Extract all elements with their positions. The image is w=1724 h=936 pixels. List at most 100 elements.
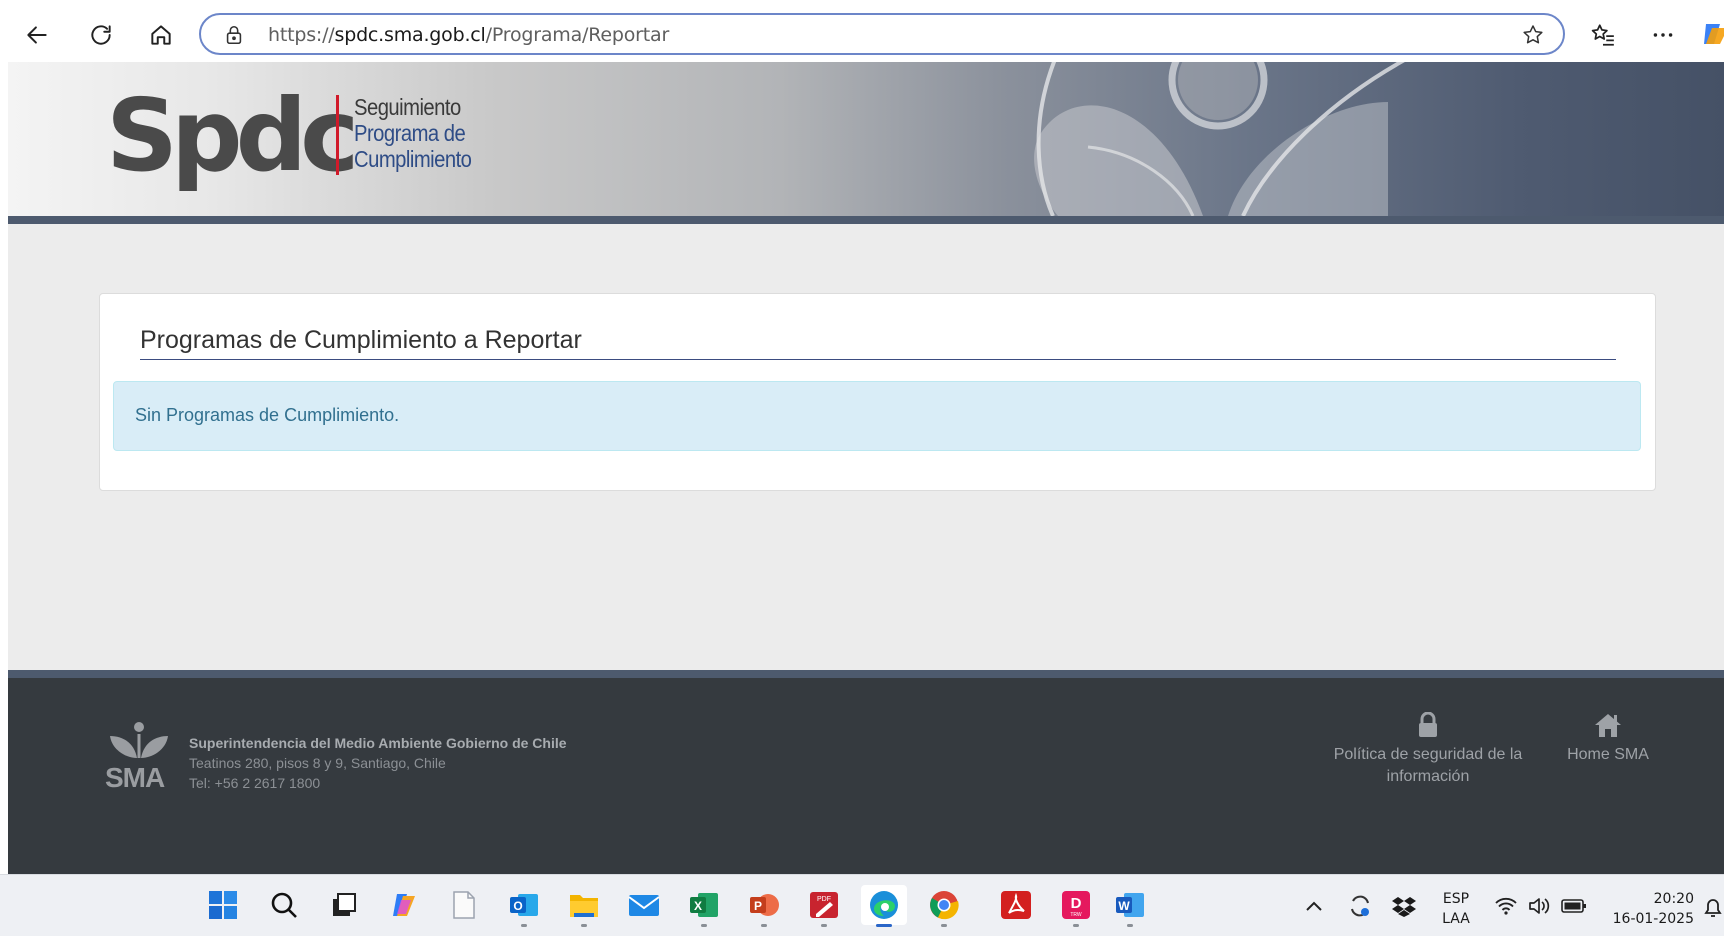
copilot-icon — [1704, 24, 1724, 44]
svg-text:P: P — [754, 899, 762, 913]
edge-icon — [870, 891, 898, 919]
task-view-button[interactable] — [324, 885, 364, 925]
file-explorer-button[interactable] — [564, 885, 604, 927]
notification-icon[interactable] — [1702, 895, 1724, 919]
title-divider — [140, 359, 1616, 360]
pdf-editor-icon: PDF — [810, 892, 838, 918]
alert-message: Sin Programas de Cumplimiento. — [135, 405, 400, 425]
browser-toolbar: https://spdc.sma.gob.cl/Programa/Reporta… — [0, 0, 1724, 62]
favorite-star-icon[interactable] — [1521, 23, 1545, 47]
folder-icon — [570, 895, 598, 917]
outlook-button[interactable]: O — [504, 885, 544, 927]
footer-org-name: Superintendencia del Medio Ambiente Gobi… — [189, 735, 567, 751]
language-code: ESP — [1442, 891, 1470, 907]
running-indicator — [701, 924, 707, 927]
wifi-icon[interactable] — [1494, 896, 1518, 916]
sync-icon[interactable] — [1347, 893, 1373, 919]
logo-line-3: Cumplimiento — [354, 146, 472, 172]
home-sma-link[interactable]: Home SMA — [1553, 712, 1663, 766]
page-viewport: Spdc Seguimiento Programa de Cumplimient… — [8, 62, 1724, 874]
powerpoint-button[interactable]: P — [744, 885, 784, 927]
keyboard-layout: LAA — [1442, 911, 1470, 927]
banner-leaf-graphic — [1034, 62, 1406, 216]
clock[interactable]: 20:20 16-01-2025 — [1600, 889, 1694, 929]
page-title: Programas de Cumplimiento a Reportar — [140, 326, 582, 354]
favorites-button[interactable] — [1582, 14, 1624, 56]
chrome-button[interactable] — [924, 885, 964, 927]
footer-contact-info: Superintendencia del Medio Ambiente Gobi… — [189, 733, 567, 793]
more-options-button[interactable] — [1642, 14, 1684, 56]
volume-icon[interactable] — [1527, 895, 1551, 917]
excel-icon: X — [690, 893, 718, 917]
excel-button[interactable]: X — [684, 885, 724, 927]
mail-icon — [628, 895, 660, 916]
word-button[interactable]: W — [1110, 885, 1150, 927]
lock-icon — [1419, 712, 1437, 737]
sma-logo-text: SMA — [105, 762, 165, 793]
edge-button[interactable] — [861, 885, 907, 927]
copilot-icon — [393, 894, 415, 916]
word-icon: W — [1116, 893, 1144, 917]
windows-logo-icon — [209, 891, 237, 919]
running-indicator — [941, 924, 947, 927]
windows-taskbar: O X P PDF D TRW W ESP LAA 20:20 16-01-20… — [0, 874, 1724, 936]
running-indicator — [581, 924, 587, 927]
security-policy-link[interactable]: Política de seguridad de la información — [1328, 712, 1528, 788]
outlook-icon: O — [510, 894, 538, 916]
screen: https://spdc.sma.gob.cl/Programa/Reporta… — [0, 0, 1724, 936]
battery-icon[interactable] — [1561, 898, 1587, 914]
mail-button[interactable] — [624, 885, 664, 925]
copilot-sidebar-button[interactable] — [1702, 22, 1724, 46]
svg-text:X: X — [694, 899, 702, 913]
url-host: spdc.sma.gob.cl — [334, 24, 486, 46]
dropbox-icon[interactable] — [1391, 895, 1417, 917]
dtrw-button[interactable]: D TRW — [1056, 885, 1096, 927]
running-indicator — [761, 924, 767, 927]
content-panel: Programas de Cumplimiento a Reportar Sin… — [99, 293, 1656, 491]
pdf-editor-button[interactable]: PDF — [804, 885, 844, 927]
running-indicator — [1073, 924, 1079, 927]
home-sma-label: Home SMA — [1567, 746, 1649, 763]
notepad-button[interactable] — [444, 885, 484, 925]
running-indicator — [521, 924, 527, 927]
acrobat-button[interactable] — [996, 885, 1036, 925]
show-hidden-icons-chevron-icon[interactable] — [1305, 899, 1323, 913]
url-scheme: https:// — [268, 24, 335, 46]
chrome-icon — [930, 891, 959, 920]
search-icon — [271, 892, 297, 918]
taskbar-search-button[interactable] — [264, 885, 304, 925]
info-alert: Sin Programas de Cumplimiento. — [113, 381, 1641, 451]
copilot-taskbar-button[interactable] — [384, 885, 424, 925]
svg-text:W: W — [1118, 899, 1130, 913]
start-button[interactable] — [203, 885, 243, 925]
logo-line-2: Programa de — [354, 120, 466, 146]
url-path: /Programa/Reportar — [485, 24, 670, 46]
logo-line-1: Seguimiento — [354, 94, 461, 120]
security-policy-label: Política de seguridad de la información — [1333, 746, 1523, 785]
refresh-button[interactable] — [80, 14, 122, 56]
back-button[interactable] — [16, 14, 58, 56]
site-header-banner: Spdc Seguimiento Programa de Cumplimient… — [8, 62, 1724, 216]
powerpoint-icon: P — [750, 894, 779, 916]
input-language-indicator[interactable]: ESP LAA — [1438, 889, 1474, 929]
document-icon — [453, 891, 475, 919]
header-accent-stripe — [8, 216, 1724, 224]
svg-text:TRW: TRW — [1070, 912, 1082, 918]
home-icon — [1595, 714, 1621, 737]
running-indicator — [821, 924, 827, 927]
active-indicator — [876, 924, 892, 927]
footer-address: Teatinos 280, pisos 8 y 9, Santiago, Chi… — [189, 755, 446, 771]
acrobat-icon — [1001, 891, 1031, 919]
more-horizontal-icon — [1653, 33, 1673, 37]
footer-phone: Tel: +56 2 2617 1800 — [189, 775, 321, 791]
spdc-logo[interactable]: Spdc — [106, 86, 359, 186]
address-bar[interactable]: https://spdc.sma.gob.cl/Programa/Reporta… — [199, 13, 1565, 55]
favorites-list-icon — [1591, 24, 1614, 46]
logo-divider — [336, 95, 339, 175]
svg-text:D: D — [1071, 895, 1082, 912]
home-icon — [151, 25, 171, 45]
logo-subtitle: Seguimiento Programa de Cumplimiento — [354, 94, 472, 172]
footer-accent-stripe — [8, 670, 1724, 678]
task-view-icon — [333, 893, 356, 916]
home-button[interactable] — [140, 14, 182, 56]
